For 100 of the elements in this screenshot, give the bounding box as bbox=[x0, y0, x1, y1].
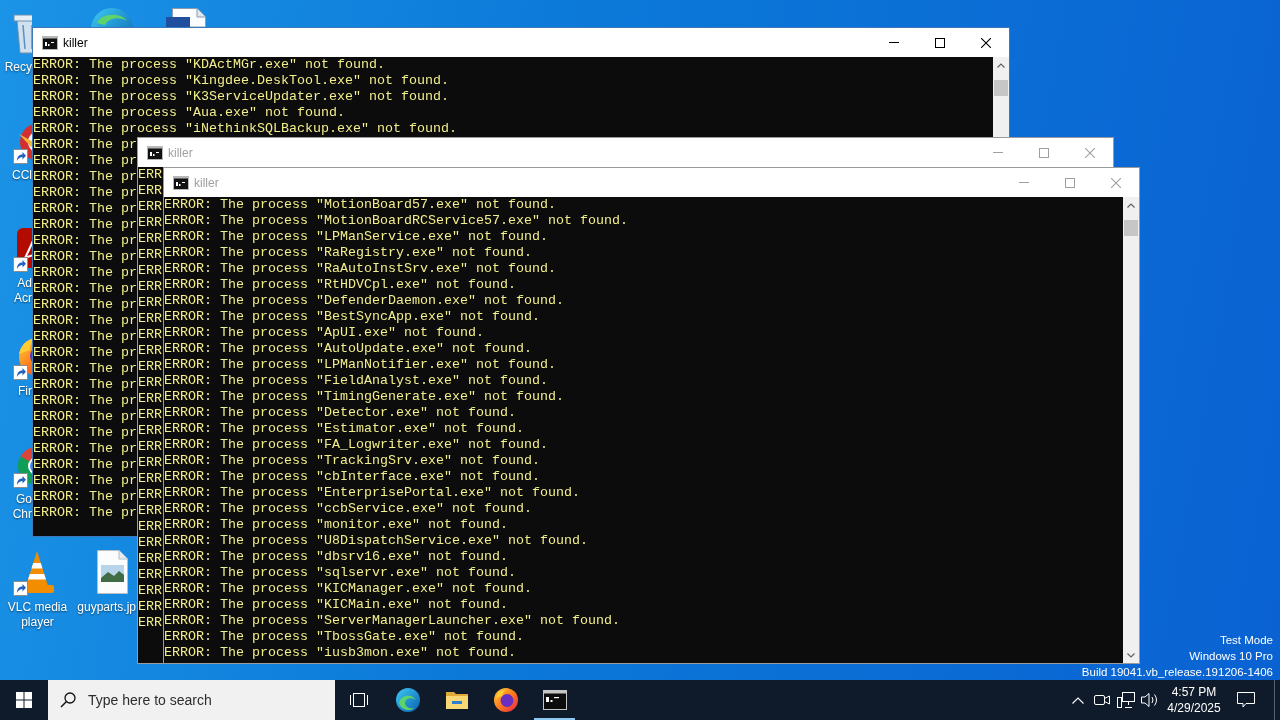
console-line: ERROR: The pr bbox=[33, 313, 137, 329]
console-line: ERROR: The process "RaRegistry.exe" not found. bbox=[164, 245, 532, 261]
console-line: ERROR: The pr bbox=[33, 297, 137, 313]
console-line: ERROR: The pr bbox=[33, 201, 137, 217]
scrollbar[interactable] bbox=[993, 57, 1009, 137]
close-icon bbox=[981, 37, 991, 48]
console-line: ERROR: The process "DefenderDaemon.exe" not found. bbox=[164, 293, 564, 309]
console-line: ERROR: The pr bbox=[33, 505, 137, 521]
notification-icon bbox=[1237, 692, 1255, 708]
console-line: ERROR: The process "RtHDVCpl.exe" not found. bbox=[164, 277, 516, 293]
maximize-icon bbox=[1065, 177, 1075, 188]
console-line: ERR bbox=[138, 535, 162, 551]
console-line: ERROR: The pr bbox=[33, 489, 137, 505]
console-line: ERR bbox=[138, 167, 162, 183]
windows-logo-icon bbox=[16, 692, 32, 708]
console-line: ERROR: The process "ccbService.exe" not found. bbox=[164, 501, 532, 517]
console-line: ERR bbox=[138, 247, 162, 263]
console-line: ERR bbox=[138, 183, 162, 199]
console-line: ERR bbox=[138, 199, 162, 215]
console-line: ERROR: The pr bbox=[33, 473, 137, 489]
console-line: ERROR: The process "monitor.exe" not found. bbox=[164, 517, 508, 533]
console-line: ERR bbox=[138, 327, 162, 343]
console-line: ERROR: The pr bbox=[33, 137, 137, 153]
scrollbar[interactable] bbox=[1123, 197, 1139, 663]
search-icon bbox=[60, 692, 76, 708]
console-line: ERR bbox=[138, 343, 162, 359]
scroll-thumb[interactable] bbox=[994, 80, 1008, 96]
console-line: ERROR: The process "Aua.exe" not found. bbox=[33, 105, 345, 121]
console-line: ERR bbox=[138, 551, 162, 567]
console-line: ERROR: The pr bbox=[33, 457, 137, 473]
console-line: ERROR: The pr bbox=[33, 329, 137, 345]
console-line: ERROR: The pr bbox=[33, 281, 137, 297]
close-icon bbox=[1111, 177, 1121, 188]
console-line: ERROR: The process "K3ServiceUpdater.exe" not found. bbox=[33, 89, 449, 105]
console-line: ERR bbox=[138, 311, 162, 327]
console-line: ERR bbox=[138, 519, 162, 535]
console-line: ERR bbox=[138, 503, 162, 519]
console-line: ERROR: The pr bbox=[33, 377, 137, 393]
console-line: ERR bbox=[138, 263, 162, 279]
console-icon bbox=[147, 145, 163, 160]
console-line: ERR bbox=[138, 439, 162, 455]
console-line: ERROR: The process "LPManNotifier.exe" not found. bbox=[164, 357, 556, 373]
scroll-thumb[interactable] bbox=[1124, 220, 1138, 236]
search-field[interactable]: Type here to search bbox=[48, 680, 335, 720]
desktop-icon-label[interactable]: Ad Acr bbox=[0, 276, 32, 306]
console-line: ERROR: The process "ServerManagerLauncher.exe" not found. bbox=[164, 613, 620, 629]
console-line: ERROR: The process "Detector.exe" not found. bbox=[164, 405, 516, 421]
console-line: ERROR: The process "KICMain.exe" not found. bbox=[164, 597, 508, 613]
desktop-icon-label[interactable]: VLC media player bbox=[0, 600, 75, 630]
console-line: ERROR: The process "FA_Logwriter.exe" not found. bbox=[164, 437, 548, 453]
document-icon[interactable] bbox=[166, 8, 206, 27]
console-line: ERROR: The process "KDActMGr.exe" not found. bbox=[33, 57, 385, 73]
console-line: ERR bbox=[138, 423, 162, 439]
console-line: ERROR: The pr bbox=[33, 393, 137, 409]
console-line: ERROR: The process "dbsrv16.exe" not found. bbox=[164, 549, 508, 565]
console-line: ERR bbox=[138, 279, 162, 295]
window-title: killer bbox=[194, 175, 219, 190]
system-info-text: Test Mode bbox=[1219, 633, 1273, 648]
clock-date[interactable]: 4/29/2025 bbox=[1167, 700, 1221, 716]
clock-time[interactable]: 4:57 PM bbox=[1171, 684, 1217, 700]
video-camera-icon bbox=[1094, 693, 1110, 707]
console-line: ERROR: The pr bbox=[33, 153, 137, 169]
close-icon bbox=[1085, 147, 1095, 158]
console-line: ERROR: The process "TbossGate.exe" not found. bbox=[164, 629, 524, 645]
console-line: ERROR: The pr bbox=[33, 265, 137, 281]
console-line: ERR bbox=[138, 231, 162, 247]
console-line: ERROR: The pr bbox=[33, 441, 137, 457]
network-icon bbox=[1117, 692, 1135, 708]
window-title: killer bbox=[63, 35, 88, 50]
console-line: ERROR: The pr bbox=[33, 185, 137, 201]
console-line: ERR bbox=[138, 567, 162, 583]
console-line: ERROR: The process "cbInterface.exe" not found. bbox=[164, 469, 540, 485]
maximize-icon bbox=[1039, 147, 1049, 158]
system-info-text: Windows 10 Pro bbox=[1189, 649, 1273, 664]
minimize-icon bbox=[1019, 182, 1029, 183]
console-line: ERROR: The pr bbox=[33, 361, 137, 377]
desktop-icon-label[interactable]: Go Chr bbox=[0, 492, 32, 522]
console-icon bbox=[173, 175, 189, 190]
console-line: ERROR: The process "MotionBoardRCService57.exe" not found. bbox=[164, 213, 628, 229]
console-line: ERROR: The pr bbox=[33, 409, 137, 425]
console-line: ERROR: The process "ApUI.exe" not found. bbox=[164, 325, 484, 341]
console-icon bbox=[42, 35, 58, 50]
desktop-icon-label[interactable]: Recy bbox=[0, 60, 32, 75]
console-line: ERROR: The pr bbox=[33, 169, 137, 185]
desktop-icon-label[interactable]: guyparts.jp bbox=[75, 600, 136, 615]
browser-icon bbox=[493, 688, 518, 712]
console-line: ERR bbox=[138, 359, 162, 375]
desktop-icon-label[interactable]: CCl bbox=[0, 168, 32, 183]
console-line: ERROR: The pr bbox=[33, 345, 137, 361]
console-line: ERROR: The process "U8DispatchService.exe" not found. bbox=[164, 533, 588, 549]
console-line: ERROR: The process "TrackingSrv.exe" not found. bbox=[164, 453, 540, 469]
console-line: ERROR: The process "TimingGenerate.exe" not found. bbox=[164, 389, 564, 405]
console-line: ERROR: The process "RaAutoInstSrv.exe" not found. bbox=[164, 261, 556, 277]
maximize-icon bbox=[935, 37, 945, 48]
console-line: ERROR: The pr bbox=[33, 233, 137, 249]
console-line: ERROR: The process "AutoUpdate.exe" not found. bbox=[164, 341, 532, 357]
console-line: ERROR: The pr bbox=[33, 425, 137, 441]
console-line: ERR bbox=[138, 375, 162, 391]
desktop-icon-label[interactable]: Fir bbox=[0, 384, 32, 399]
chevron-up-icon bbox=[1072, 696, 1084, 704]
